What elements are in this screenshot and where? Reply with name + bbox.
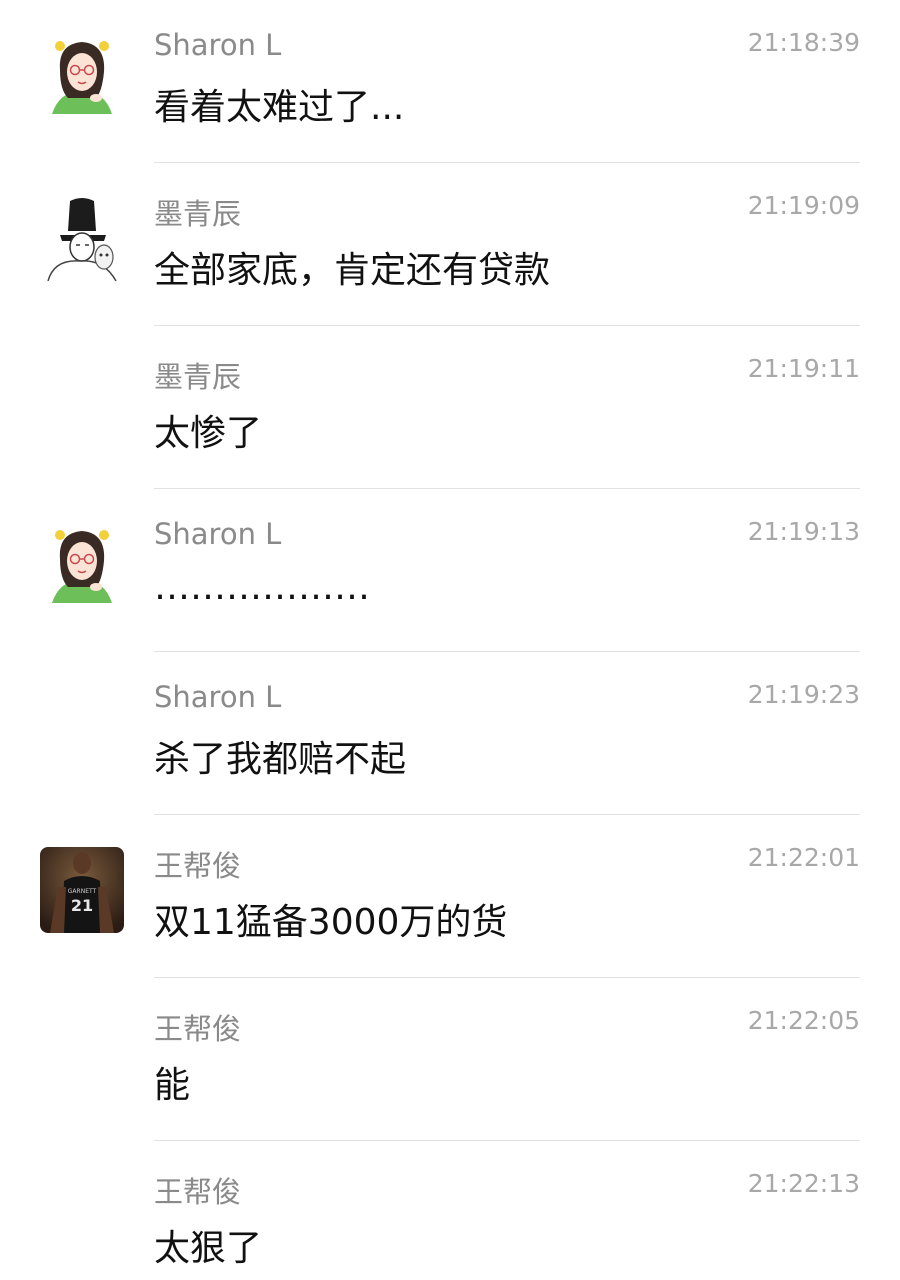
wangbangjun-avatar-icon: GARNETT 21 [40,847,124,933]
message-text: 全部家底，肯定还有贷款 [154,250,551,291]
message-text: 看着太难过了... [154,87,405,128]
chat-message-list[interactable]: Sharon L 21:18:39 看着太难过了... 墨青辰 21:19:09… [0,0,900,1280]
sender-name: 王帮俊 [154,1175,242,1209]
message-timestamp: 21:19:23 [747,680,860,709]
message-timestamp: 21:19:13 [747,517,860,546]
message-text: 能 [154,1065,191,1106]
chat-message[interactable]: Sharon L 21:19:23 杀了我都赔不起 [0,652,900,815]
jersey-name: GARNETT [68,888,97,895]
sender-name: 墨青辰 [154,197,242,231]
chat-message[interactable]: 墨青辰 21:19:11 太惨了 [0,326,900,489]
message-timestamp: 21:22:13 [747,1169,860,1198]
avatar[interactable] [40,32,124,118]
chat-message[interactable]: GARNETT 21 王帮俊 21:22:01 双11猛备3000万的货 [0,815,900,978]
message-text: 太狠了 [154,1228,263,1269]
sender-name: 王帮俊 [154,849,242,883]
message-timestamp: 21:22:05 [747,1006,860,1035]
chat-message[interactable]: 王帮俊 21:22:05 能 [0,978,900,1141]
message-timestamp: 21:18:39 [747,28,860,57]
message-text: 双11猛备3000万的货 [154,902,508,943]
sender-name: Sharon L [154,28,282,62]
moqingchen-avatar-icon [40,195,124,281]
chat-message[interactable]: Sharon L 21:18:39 看着太难过了... [0,0,900,163]
chat-message[interactable]: Sharon L 21:19:13 ……………… [0,489,900,652]
message-text: 杀了我都赔不起 [154,739,407,780]
sharon-avatar-icon [40,32,124,118]
message-timestamp: 21:22:01 [747,843,860,872]
sender-name: Sharon L [154,517,282,551]
avatar[interactable]: GARNETT 21 [40,847,124,933]
avatar[interactable] [40,521,124,607]
chat-message[interactable]: 墨青辰 21:19:09 全部家底，肯定还有贷款 [0,163,900,326]
sharon-avatar-icon [40,521,124,607]
message-text: ……………… [154,567,370,608]
chat-message[interactable]: 王帮俊 21:22:13 太狠了 [0,1141,900,1280]
message-text: 太惨了 [154,413,263,454]
jersey-number: 21 [71,896,93,915]
sender-name: 墨青辰 [154,360,242,394]
message-timestamp: 21:19:11 [747,354,860,383]
message-timestamp: 21:19:09 [747,191,860,220]
sender-name: Sharon L [154,680,282,714]
avatar[interactable] [40,195,124,281]
sender-name: 王帮俊 [154,1012,242,1046]
